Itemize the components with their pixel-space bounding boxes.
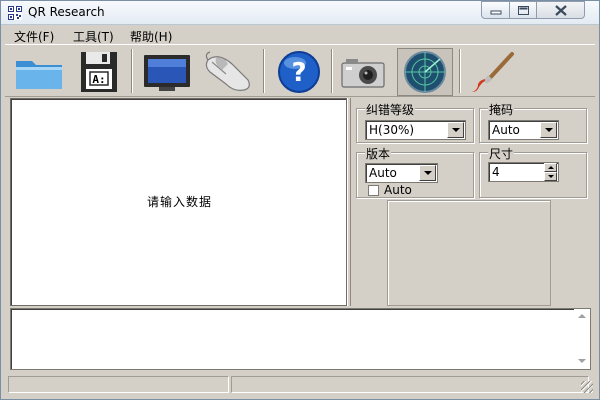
toolbar-separator: [331, 49, 333, 93]
svg-text:?: ?: [291, 58, 306, 88]
resize-grip-icon[interactable]: [581, 381, 593, 393]
maximize-icon: [518, 6, 529, 15]
panel-splitter[interactable]: [347, 98, 351, 306]
svg-text:A:: A:: [92, 73, 105, 86]
brush-icon: [472, 52, 514, 92]
status-pane-right: [231, 376, 589, 393]
mouse-button[interactable]: [201, 48, 257, 96]
size-value: 4: [492, 165, 500, 179]
folder-icon: [16, 61, 62, 89]
input-prompt: 请输入数据: [146, 195, 212, 209]
version-auto-checkbox[interactable]: [368, 185, 379, 196]
mask-group: 掩码 Auto: [479, 101, 587, 143]
menu-help[interactable]: 帮助(H): [130, 28, 172, 45]
save-disk-icon: A:: [81, 52, 117, 92]
chevron-down-icon[interactable]: [540, 122, 557, 138]
camera-button[interactable]: [335, 48, 391, 96]
status-pane-left: [8, 376, 229, 393]
minimize-icon: [490, 10, 502, 15]
help-icon: ?: [278, 51, 320, 93]
size-label: 尺寸: [488, 145, 515, 162]
ec-level-label: 纠错等级: [365, 101, 416, 118]
menu-file[interactable]: 文件(F): [14, 28, 54, 45]
paint-button[interactable]: [465, 48, 521, 96]
toolbar-separator: [263, 49, 265, 93]
menu-tools[interactable]: 工具(T): [73, 28, 114, 45]
spin-down-icon[interactable]: [544, 172, 557, 181]
version-select[interactable]: Auto: [365, 163, 438, 183]
title-bar[interactable]: QR Research: [1, 1, 599, 25]
radar-icon: [404, 51, 446, 93]
settings-panel: 纠错等级 H(30%) 掩码 Auto 版本 Auto Auto 尺寸 4: [352, 98, 594, 306]
chevron-down-icon[interactable]: [447, 122, 464, 138]
toolbar-separator: [131, 49, 133, 93]
version-label: 版本: [365, 145, 392, 162]
help-button[interactable]: ?: [271, 48, 327, 96]
size-stepper[interactable]: 4: [488, 162, 559, 182]
mouse-icon: [205, 51, 250, 91]
scan-button[interactable]: [397, 48, 453, 96]
data-input-area[interactable]: 请输入数据: [10, 98, 347, 306]
version-value: Auto: [369, 166, 397, 180]
spin-up-icon[interactable]: [544, 163, 557, 172]
app-window: QR Research 文件(F) 工具(T) 帮助(H) A: ? 请输入数据…: [0, 0, 600, 400]
open-file-button[interactable]: [11, 48, 67, 96]
output-area[interactable]: [10, 308, 591, 370]
close-icon: [555, 5, 567, 16]
window-title: QR Research: [28, 5, 105, 19]
camera-icon: [341, 59, 385, 88]
output-scrollbar[interactable]: [574, 309, 590, 369]
status-bar: [5, 375, 595, 395]
ec-level-group: 纠错等级 H(30%): [356, 101, 474, 143]
mask-select[interactable]: Auto: [488, 120, 559, 140]
toolbar-separator: [459, 49, 461, 93]
save-button[interactable]: A:: [71, 48, 127, 96]
menu-bar: 文件(F) 工具(T) 帮助(H): [5, 26, 595, 44]
version-group: 版本 Auto Auto: [356, 145, 474, 198]
qr-app-icon: [8, 6, 22, 20]
maximize-button[interactable]: [509, 1, 537, 19]
qr-preview: [387, 200, 551, 306]
chevron-down-icon[interactable]: [419, 165, 436, 181]
ec-level-value: H(30%): [369, 123, 415, 137]
minimize-button[interactable]: [481, 1, 510, 19]
close-button[interactable]: [536, 1, 585, 19]
size-group: 尺寸 4: [479, 145, 587, 198]
monitor-icon: [144, 55, 190, 91]
display-button[interactable]: [139, 48, 195, 96]
mask-value: Auto: [492, 123, 520, 137]
version-auto-label: Auto: [384, 183, 412, 197]
toolbar: A: ?: [5, 44, 595, 97]
mask-label: 掩码: [488, 101, 515, 118]
ec-level-select[interactable]: H(30%): [365, 120, 466, 140]
scroll-up-icon[interactable]: [578, 313, 586, 319]
scroll-down-icon[interactable]: [578, 358, 586, 364]
